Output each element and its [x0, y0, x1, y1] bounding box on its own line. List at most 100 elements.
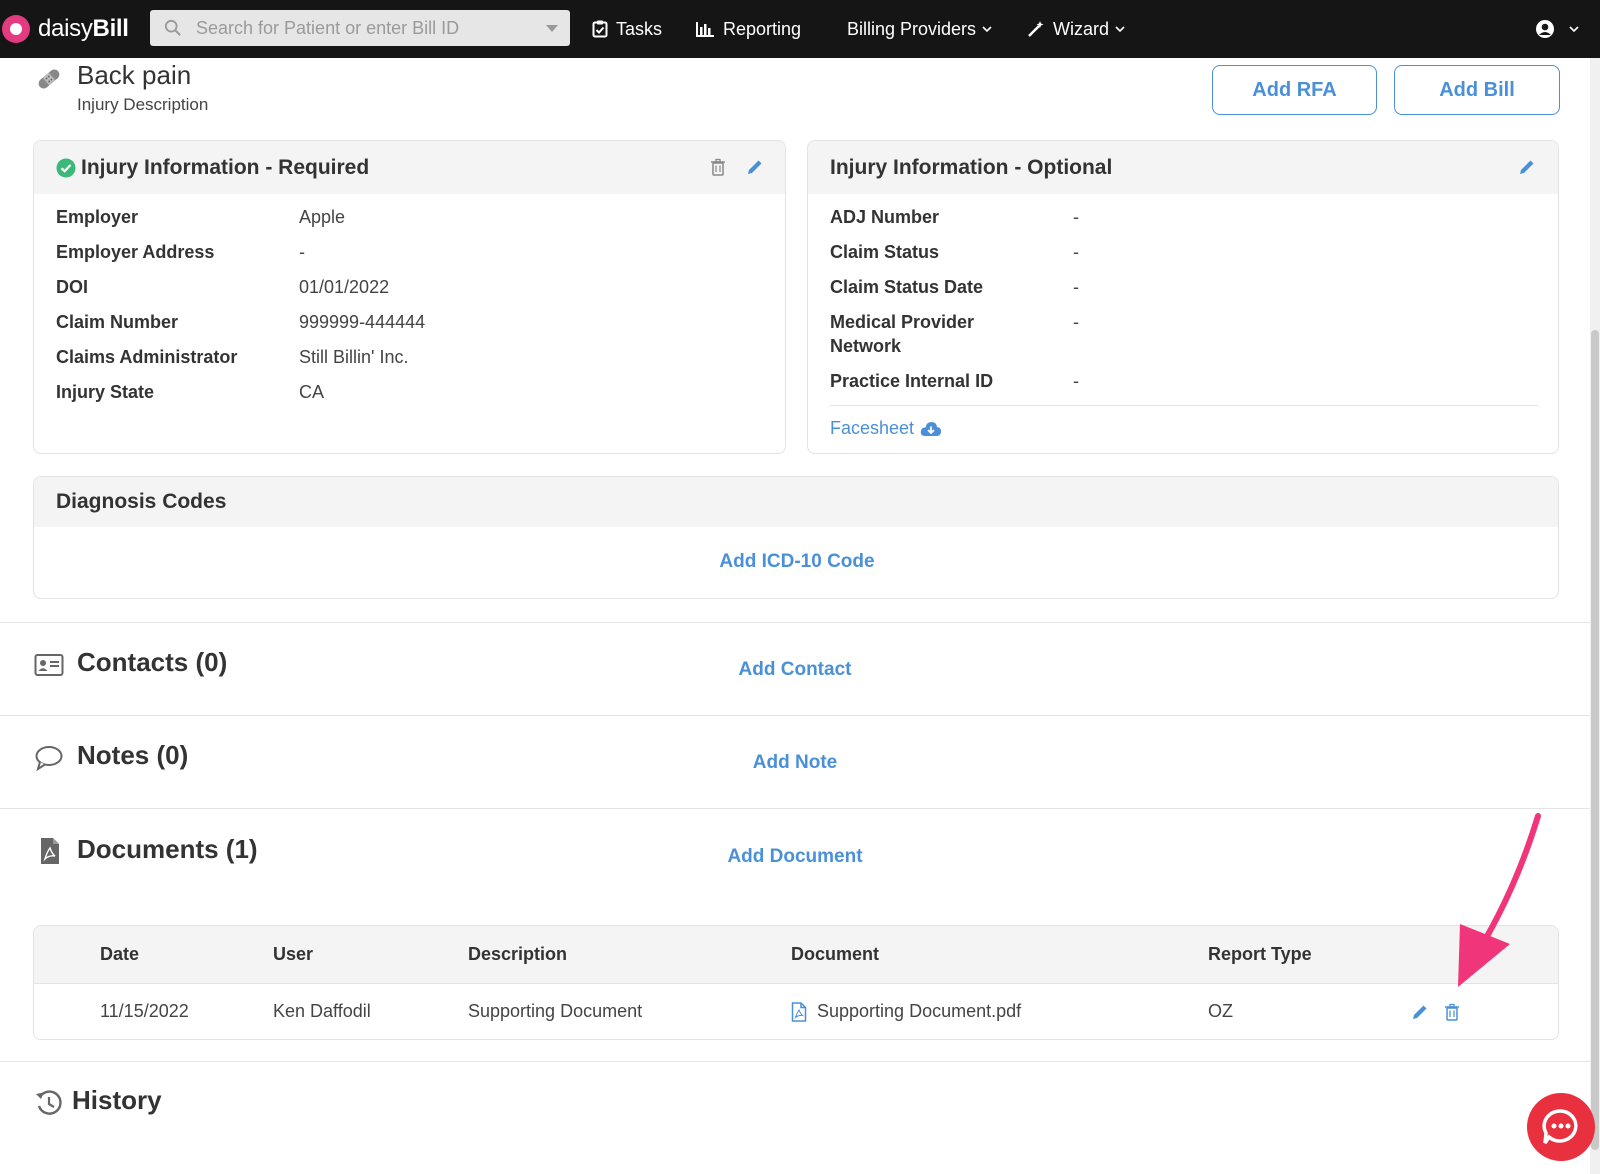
page-subtitle: Injury Description	[77, 95, 209, 114]
col-document: Document	[791, 944, 880, 964]
add-icd10-code-link[interactable]: Add ICD-10 Code	[34, 551, 1558, 573]
claim-status-date-label: Claim Status Date	[830, 277, 984, 297]
trash-icon[interactable]	[709, 158, 727, 176]
employer-label: Employer	[56, 207, 139, 227]
contacts-title: Contacts (0)	[77, 647, 228, 677]
document-link[interactable]: Supporting Document.pdf	[791, 1001, 1021, 1022]
claim-status-value: -	[1073, 242, 1079, 262]
injury-optional-title: Injury Information - Optional	[830, 155, 1113, 179]
injury-optional-header: Injury Information - Optional	[808, 141, 1558, 194]
medical-provider-network-label-line2: Network	[830, 336, 902, 356]
employer-address-value: -	[299, 242, 305, 262]
page-title: Back pain	[77, 60, 192, 90]
daisy-flower-icon	[2, 15, 30, 43]
claim-status-date-value: -	[1073, 277, 1079, 297]
search-box[interactable]	[150, 10, 570, 46]
pdf-file-icon	[791, 1001, 807, 1022]
doi-label: DOI	[56, 277, 89, 297]
diagnosis-codes-header: Diagnosis Codes	[34, 477, 1558, 527]
col-date: Date	[100, 944, 140, 964]
claim-status-label: Claim Status	[830, 242, 940, 262]
add-note-link[interactable]: Add Note	[645, 752, 945, 774]
col-description: Description	[468, 944, 568, 964]
scrollbar-thumb[interactable]	[1591, 330, 1599, 1150]
row-date: 11/15/2022	[100, 1001, 189, 1021]
injury-state-label: Injury State	[56, 382, 155, 402]
doi-value: 01/01/2022	[299, 277, 390, 297]
search-icon	[164, 19, 181, 36]
claims-administrator-label: Claims Administrator	[56, 347, 238, 367]
diagnosis-codes-card: Diagnosis Codes Add ICD-10 Code	[33, 476, 1559, 599]
chat-widget-button[interactable]	[1527, 1093, 1595, 1161]
check-circle-icon	[56, 158, 76, 178]
claim-number-label: Claim Number	[56, 312, 179, 332]
claims-administrator-value: Still Billin' Inc.	[299, 347, 409, 367]
col-user: User	[273, 944, 314, 964]
caret-down-icon[interactable]	[546, 25, 558, 32]
documents-table-header: Date User Description Document Report Ty…	[34, 926, 1558, 984]
nav-billing-providers-label: Billing Providers	[847, 18, 977, 39]
nav-tasks-label: Tasks	[616, 18, 663, 39]
medical-provider-network-value: -	[1073, 312, 1079, 332]
employer-address-label: Employer Address	[56, 242, 215, 262]
facesheet-label: Facesheet	[830, 418, 915, 438]
injury-optional-card: Injury Information - Optional ADJ Number…	[807, 140, 1559, 454]
col-report-type: Report Type	[1208, 944, 1312, 964]
add-contact-link[interactable]: Add Contact	[645, 659, 945, 681]
table-row: 11/15/2022 Ken Daffodil Supporting Docum…	[34, 984, 1558, 1039]
cloud-download-icon	[920, 422, 942, 436]
row-report-type: OZ	[1208, 1001, 1233, 1021]
daisybill-logo[interactable]: daisyBill	[2, 15, 142, 43]
section-divider	[0, 715, 1600, 716]
pencil-icon[interactable]	[746, 158, 764, 176]
section-divider	[0, 808, 1600, 809]
clipboard-check-icon	[592, 20, 608, 38]
nav-billing-providers[interactable]: Billing Providers	[847, 0, 1000, 58]
practice-internal-id-value: -	[1073, 371, 1079, 391]
search-input[interactable]	[196, 17, 526, 39]
chevron-down-icon	[1115, 26, 1125, 33]
logo-text: daisyBill	[38, 15, 129, 42]
diagnosis-codes-title: Diagnosis Codes	[56, 490, 227, 513]
bar-chart-icon	[696, 21, 714, 37]
nav-tasks[interactable]: Tasks	[592, 0, 662, 58]
add-rfa-button[interactable]: Add RFA	[1212, 65, 1377, 115]
medical-provider-network-label-line1: Medical Provider	[830, 312, 975, 332]
user-circle-icon	[1536, 20, 1554, 38]
facesheet-link[interactable]: Facesheet	[830, 418, 942, 439]
injury-state-value: CA	[299, 382, 325, 402]
employer-value: Apple	[299, 207, 346, 227]
practice-internal-id-label: Practice Internal ID	[830, 371, 994, 391]
adj-number-value: -	[1073, 207, 1079, 227]
row-description: Supporting Document	[468, 1001, 643, 1021]
document-link-label: Supporting Document.pdf	[817, 1001, 1022, 1021]
nav-reporting-label: Reporting	[723, 18, 802, 39]
bandage-icon	[38, 69, 60, 89]
nav-wizard[interactable]: Wizard	[1027, 0, 1133, 58]
claim-number-value: 999999-444444	[299, 312, 426, 332]
nav-reporting[interactable]: Reporting	[695, 0, 801, 58]
address-card-icon	[34, 654, 64, 676]
section-divider	[0, 622, 1600, 623]
add-bill-button[interactable]: Add Bill	[1394, 65, 1560, 115]
trash-icon[interactable]	[1443, 1003, 1461, 1021]
add-document-link[interactable]: Add Document	[645, 846, 945, 868]
section-divider	[0, 1061, 1600, 1062]
documents-title: Documents (1)	[77, 834, 258, 864]
annotation-arrow-icon	[1458, 813, 1541, 987]
nav-wizard-label: Wizard	[1053, 18, 1110, 39]
injury-required-header: Injury Information - Required	[34, 141, 785, 194]
pencil-icon[interactable]	[1411, 1003, 1429, 1021]
injury-required-card: Injury Information - Required Employer A…	[33, 140, 786, 454]
pencil-icon[interactable]	[1518, 158, 1536, 176]
chevron-down-icon	[1569, 26, 1579, 33]
user-menu[interactable]	[1535, 0, 1587, 58]
row-user: Ken Daffodil	[273, 1001, 371, 1021]
injury-required-title: Injury Information - Required	[81, 155, 370, 179]
chevron-down-icon	[982, 26, 992, 33]
speech-bubble-icon	[35, 746, 63, 772]
top-nav: daisyBill Tasks Reporting Billing Provid…	[0, 0, 1600, 58]
medical-provider-network-label: Medical Provider Network	[830, 312, 974, 357]
history-title: History	[72, 1085, 162, 1115]
divider	[830, 405, 1538, 406]
